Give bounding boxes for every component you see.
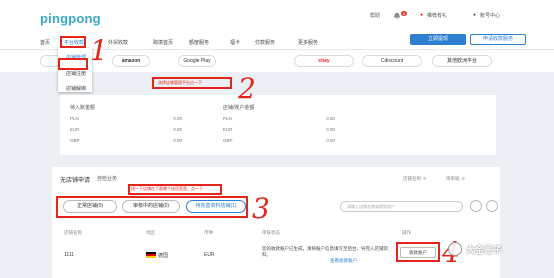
dropdown-store-register[interactable]: 店铺注册 xyxy=(66,70,86,77)
platform-other-eu[interactable]: 其他欧洲平台 xyxy=(432,55,492,67)
currency-label: GBP xyxy=(223,138,233,143)
store-name-cell: 1111 xyxy=(64,252,75,258)
top-bar: pingpong 帮助 4 ● 推荐有礼 ● 账号中心 xyxy=(0,0,554,34)
col-status: 审核状态 xyxy=(262,230,280,235)
pending-value: 0.00 xyxy=(173,127,182,132)
platform-ebay[interactable]: ebay xyxy=(294,55,354,67)
nav-fuka[interactable]: 福卡 xyxy=(230,39,240,46)
annotation-number-1: 1 xyxy=(90,34,108,67)
currency-label: GBP xyxy=(70,138,80,143)
annotation-note-3: 找一下店铺在下面哪个选项里面，点一下 xyxy=(131,186,203,191)
annotation-note-2: 选择店铺管理平台点一下 xyxy=(158,80,202,85)
recommend-icon: ● xyxy=(420,12,424,18)
logo[interactable]: pingpong xyxy=(40,11,101,26)
self-check-link[interactable]: 自检业务 xyxy=(97,175,117,182)
view-account-link[interactable]: 查看收款账户 xyxy=(330,258,357,264)
store-amount-title: 店铺/账户金额 xyxy=(223,105,255,111)
germany-flag-icon xyxy=(146,252,156,258)
platform-cdiscount[interactable]: Cdiscount xyxy=(362,55,422,67)
search-input[interactable]: 请输入店铺名称或收款账户 xyxy=(340,201,463,212)
search-icon[interactable] xyxy=(470,200,482,212)
annotation-box-dropdown xyxy=(58,58,88,70)
dropdown-store-unbind[interactable]: 店铺解绑 xyxy=(66,85,86,92)
annotation-box-4 xyxy=(396,242,440,262)
region-cell: 德国 xyxy=(158,253,169,259)
store-value: 0.00 xyxy=(326,127,335,132)
notification-badge: 4 xyxy=(401,11,408,16)
col-store-name: 店铺名称 xyxy=(64,230,82,235)
withdraw-button[interactable]: 立即提现 xyxy=(410,34,466,45)
settings-icon[interactable] xyxy=(486,200,498,212)
nav-home[interactable]: 首页 xyxy=(40,39,50,46)
account-icon: ● xyxy=(473,12,477,18)
currency-label: PLN xyxy=(223,116,232,121)
nav-credit[interactable]: 额度服务 xyxy=(189,39,209,46)
store-value: 0.00 xyxy=(326,116,335,121)
bell-icon[interactable] xyxy=(393,12,401,20)
currency-label: PLN xyxy=(70,116,79,121)
annotation-number-3: 3 xyxy=(252,192,270,225)
pending-value: 0.00 xyxy=(173,116,182,121)
store-value: 0.00 xyxy=(326,138,335,143)
pending-value: 0.00 xyxy=(173,138,182,143)
watermark-text: 大金哥子 xyxy=(466,245,503,255)
platform-amazon[interactable]: amazon xyxy=(112,55,150,67)
platform-google-play[interactable]: Google Play xyxy=(178,55,216,67)
help-link[interactable]: 帮助 xyxy=(370,12,380,19)
status-cell: 您的收款账户已生成，请将账户信息填写至后台，导完入店铺资料。 xyxy=(262,246,388,257)
col-region: 地区 xyxy=(146,230,155,235)
col-action: 操作 xyxy=(402,230,411,235)
currency-label: EUR xyxy=(223,127,233,132)
col-currency: 币种 xyxy=(204,230,213,235)
currency-cell: EUR xyxy=(204,252,215,258)
nav-payment[interactable]: 付款服务 xyxy=(255,39,275,46)
apply-service-button[interactable]: 申请收款服务 xyxy=(470,34,526,45)
account-center-link[interactable]: 账号中心 xyxy=(480,12,500,19)
section-title: 无店铺申请 xyxy=(60,178,91,184)
annotation-number-2: 2 xyxy=(238,72,256,105)
nav-more[interactable]: 更多服务 xyxy=(298,39,318,46)
pending-amount-title: 待入账金额 xyxy=(70,105,96,111)
currency-label: EUR xyxy=(70,127,80,132)
recommend-link[interactable]: 推荐有礼 xyxy=(427,12,447,19)
nav-cross-border[interactable]: 跨境首页 xyxy=(153,39,173,46)
nav-trade-receive[interactable]: 外贸收款 xyxy=(108,39,128,46)
annotation-box-3 xyxy=(56,196,248,218)
store-count: 店铺名称: 0 xyxy=(403,176,427,181)
pending-count: 待审核: 0 xyxy=(446,176,465,181)
watermark-logo-icon xyxy=(448,242,462,256)
annotation-box-1 xyxy=(60,36,86,48)
platform-dropdown: 店铺管理 店铺注册 店铺解绑 xyxy=(58,48,92,92)
balance-panel xyxy=(60,95,496,155)
